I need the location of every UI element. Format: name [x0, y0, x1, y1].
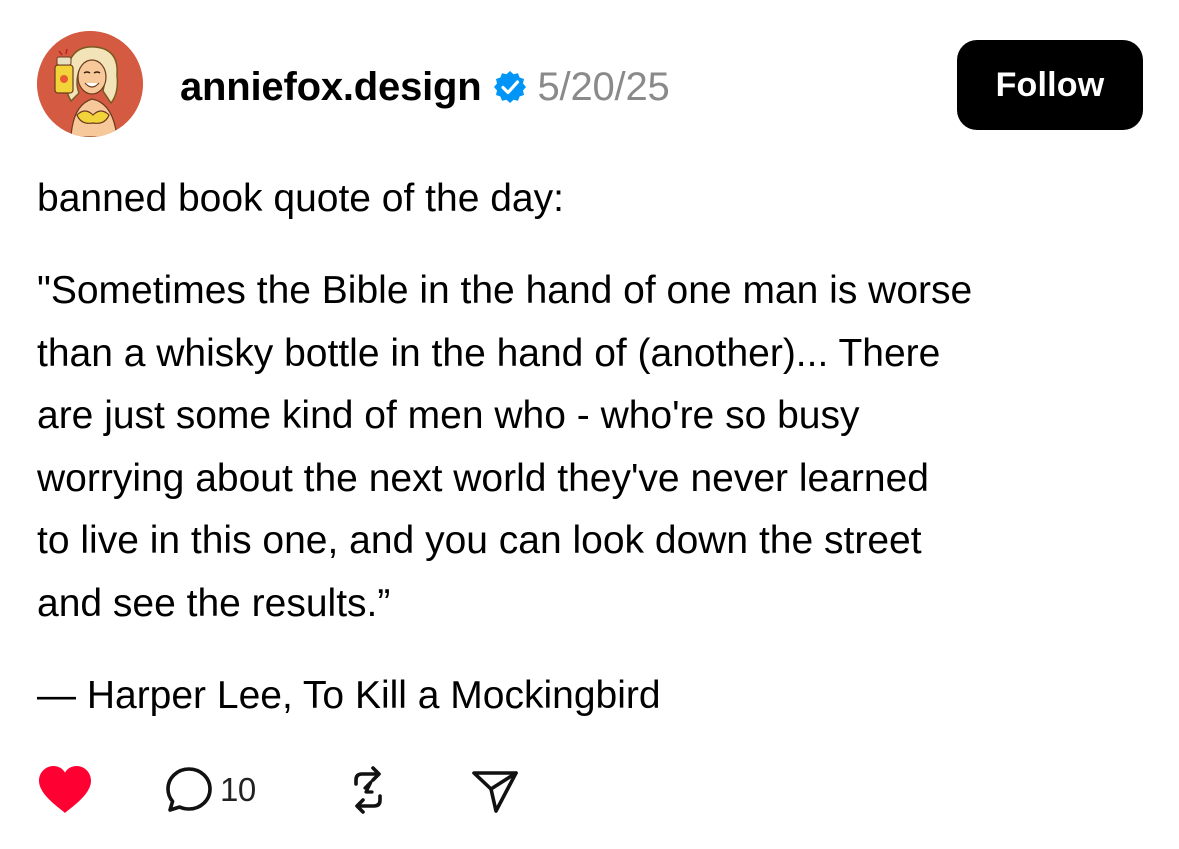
post-date: 5/20/25 — [537, 64, 670, 109]
quote-line: are just some kind of men who - who're s… — [37, 394, 860, 438]
username[interactable]: anniefox.design — [180, 65, 482, 110]
avatar-illustration — [37, 31, 143, 137]
quote-line: "Sometimes the Bible in the hand of one … — [37, 269, 973, 312]
comment-icon — [166, 767, 212, 812]
quote-line: and see the results.” — [37, 581, 391, 625]
post-quote: "Sometimes the Bible in the hand of one … — [37, 260, 972, 636]
comment-button[interactable]: 10 — [164, 760, 256, 820]
repost-icon — [354, 766, 382, 814]
verified-badge-icon — [492, 69, 528, 105]
post-header: anniefox.design 5/20/25 — [180, 62, 670, 112]
quote-line: than a whisky bottle in the hand of (ano… — [37, 331, 941, 375]
share-icon — [472, 771, 518, 813]
avatar[interactable] — [37, 31, 143, 137]
comment-count: 10 — [220, 771, 256, 808]
like-button[interactable] — [37, 760, 93, 820]
quote-line: to live in this one, and you can look do… — [37, 519, 922, 563]
post-intro-text: banned book quote of the day: — [37, 177, 564, 220]
follow-button[interactable]: Follow — [957, 40, 1143, 130]
heart-icon — [39, 766, 91, 813]
quote-attribution: — Harper Lee, To Kill a Mockingbird — [37, 674, 661, 717]
quote-line: worrying about the next world they've ne… — [37, 456, 929, 500]
thread-post: anniefox.design 5/20/25 Follow banned bo… — [0, 0, 1179, 849]
repost-button[interactable] — [342, 760, 394, 820]
share-button[interactable] — [470, 760, 520, 820]
